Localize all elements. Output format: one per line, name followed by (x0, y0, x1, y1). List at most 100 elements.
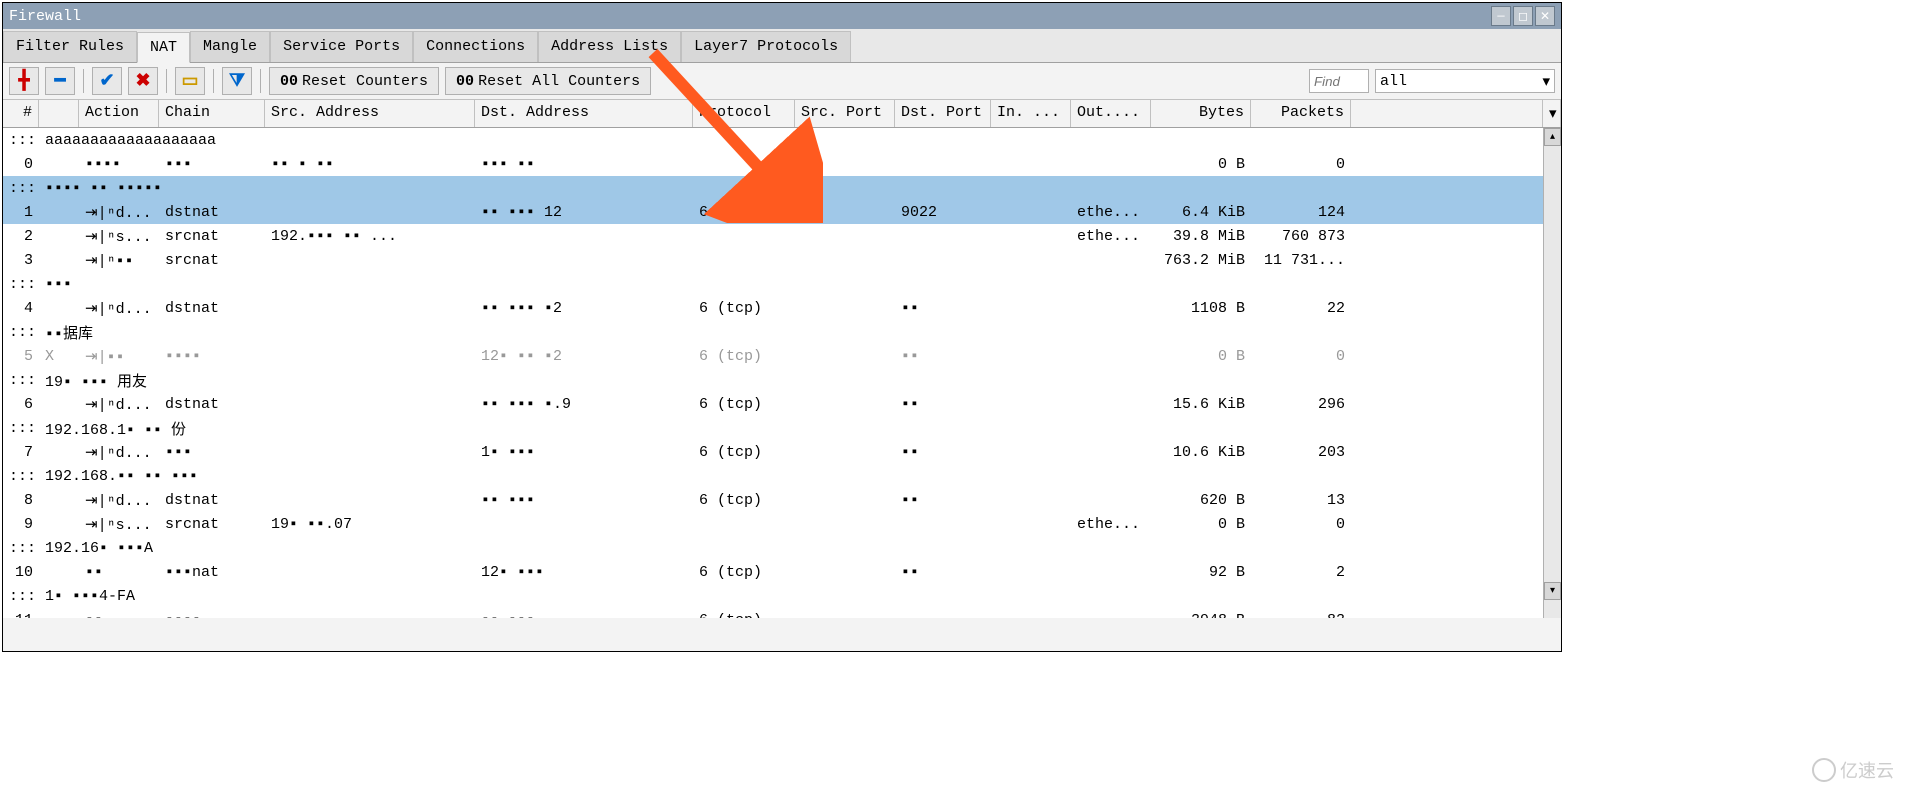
cell-dst: ▪▪ ▪▪▪ (475, 492, 693, 509)
remove-button[interactable]: ━ (45, 67, 75, 95)
column-header[interactable]: Protocol (693, 100, 795, 127)
close-button[interactable]: ✕ (1535, 6, 1555, 26)
filter-select[interactable]: all▾ (1375, 69, 1555, 93)
cell-bytes: 0 B (1151, 348, 1251, 365)
column-header[interactable]: In. ... (991, 100, 1071, 127)
cell-packets: 296 (1251, 396, 1351, 413)
cell-iout: ethe... (1071, 228, 1151, 245)
column-header[interactable]: Src. Address (265, 100, 475, 127)
cell-packets: 0 (1251, 156, 1351, 173)
table-row[interactable]: :::192.168.1▪ ▪▪ 份 (3, 416, 1561, 440)
table-row[interactable]: 4⇥|ⁿd...dstnat▪▪ ▪▪▪ ▪26 (tcp)▪▪1108 B22 (3, 296, 1561, 320)
cell-bytes: 39.8 MiB (1151, 228, 1251, 245)
cell-action: ⇥|▪▪ (79, 347, 159, 366)
table-row[interactable]: 5X⇥|▪▪▪▪▪▪12▪ ▪▪ ▪26 (tcp)▪▪0 B0 (3, 344, 1561, 368)
cell-packets: 83 (1251, 612, 1351, 619)
table-row[interactable]: :::▪▪据库 (3, 320, 1561, 344)
column-header[interactable] (1351, 100, 1543, 127)
reset-counters-button[interactable]: 00 Reset Counters (269, 67, 439, 95)
cell-chain: ▪▪▪nat (159, 564, 265, 581)
cell-src: ▪▪ ▪ ▪▪ (265, 156, 475, 173)
tab-layer7-protocols[interactable]: Layer7 Protocols (681, 31, 851, 62)
minimize-button[interactable]: — (1491, 6, 1511, 26)
cell-bytes: 10.6 KiB (1151, 444, 1251, 461)
tab-service-ports[interactable]: Service Ports (270, 31, 413, 62)
cell-dport: ▪▪ (895, 564, 991, 581)
tab-filter-rules[interactable]: Filter Rules (3, 31, 137, 62)
columns-menu-button[interactable]: ▾ (1543, 100, 1561, 127)
tab-mangle[interactable]: Mangle (190, 31, 270, 62)
cell-flag: X (39, 348, 79, 365)
column-header[interactable]: Action (79, 100, 159, 127)
cell-bytes: 763.2 MiB (1151, 252, 1251, 269)
table-row[interactable]: 1⇥|ⁿd...dstnat▪▪ ▪▪▪ 126 (tcp)9022ethe..… (3, 200, 1561, 224)
filter-button[interactable]: ⧩ (222, 67, 252, 95)
column-header[interactable]: # (3, 100, 39, 127)
cell-packets: 203 (1251, 444, 1351, 461)
column-header[interactable]: Packets (1251, 100, 1351, 127)
cell-dport: ▪▪ (895, 300, 991, 317)
cell-proto: 6 (tcp) (693, 564, 795, 581)
column-header[interactable]: Dst. Port (895, 100, 991, 127)
cell-dst: 12▪ ▪▪ ▪2 (475, 348, 693, 365)
cell-action: ▪▪ (79, 612, 159, 619)
tab-bar: Filter RulesNATMangleService PortsConnec… (3, 29, 1561, 63)
table-row[interactable]: :::▪▪▪ (3, 272, 1561, 296)
scrollbar[interactable]: ▴ ▾ (1543, 128, 1561, 618)
table-row[interactable]: 0▪▪▪▪▪▪▪▪▪ ▪ ▪▪▪▪▪ ▪▪0 B0 (3, 152, 1561, 176)
table-row[interactable]: :::19▪ ▪▪▪ 用友 (3, 368, 1561, 392)
cell-action: ⇥|ⁿs... (79, 227, 159, 246)
table-row[interactable]: 7⇥|ⁿd...▪▪▪1▪ ▪▪▪ 6 (tcp)▪▪10.6 KiB203 (3, 440, 1561, 464)
add-button[interactable]: ╋ (9, 67, 39, 95)
table-row[interactable]: 11▪▪▪▪▪▪▪▪ ▪▪▪6 (tcp)3948 B83 (3, 608, 1561, 618)
table-body: :::aaaaaaaaaaaaaaaaaaa0▪▪▪▪▪▪▪▪▪ ▪ ▪▪▪▪▪… (3, 128, 1561, 618)
cell-packets: 22 (1251, 300, 1351, 317)
table-row[interactable]: 3⇥|ⁿ▪▪srcnat763.2 MiB11 731... (3, 248, 1561, 272)
cell-chain: srcnat (159, 516, 265, 533)
cell-bytes: 0 B (1151, 516, 1251, 533)
firewall-window: Firewall — ◻ ✕ Filter RulesNATMangleServ… (2, 2, 1562, 652)
cell-chain: dstnat (159, 492, 265, 509)
column-header[interactable] (39, 100, 79, 127)
watermark-icon (1812, 758, 1836, 782)
comment-button[interactable]: ▭ (175, 67, 205, 95)
table-row[interactable]: :::192.16▪ ▪▪▪A (3, 536, 1561, 560)
column-header[interactable]: Chain (159, 100, 265, 127)
find-input[interactable] (1309, 69, 1369, 93)
table-row[interactable]: :::▪▪▪▪ ▪▪ ▪▪▪▪▪ (3, 176, 1561, 200)
table-row[interactable]: :::aaaaaaaaaaaaaaaaaaa (3, 128, 1561, 152)
column-header[interactable]: Out.... (1071, 100, 1151, 127)
cell-idx: 11 (3, 612, 39, 619)
table-row[interactable]: :::1▪ ▪▪▪4-FA (3, 584, 1561, 608)
tab-connections[interactable]: Connections (413, 31, 538, 62)
cell-packets: 0 (1251, 516, 1351, 533)
disable-button[interactable]: ✖ (128, 67, 158, 95)
cell-bytes: 620 B (1151, 492, 1251, 509)
table-row[interactable]: 9⇥|ⁿs...srcnat19▪ ▪▪.07ethe...0 B0 (3, 512, 1561, 536)
column-header[interactable]: Dst. Address (475, 100, 693, 127)
cell-chain: ▪▪▪ (159, 444, 265, 461)
table-row[interactable]: 6⇥|ⁿd...dstnat▪▪ ▪▪▪ ▪.96 (tcp)▪▪15.6 Ki… (3, 392, 1561, 416)
cell-bytes: 92 B (1151, 564, 1251, 581)
tab-address-lists[interactable]: Address Lists (538, 31, 681, 62)
cell-proto: 6 (tcp) (693, 348, 795, 365)
scroll-up-button[interactable]: ▴ (1544, 128, 1561, 146)
table-row[interactable]: 2⇥|ⁿs...srcnat192.▪▪▪ ▪▪ ...ethe...39.8 … (3, 224, 1561, 248)
cell-proto: 6 (tcp) (693, 300, 795, 317)
cell-dport: 9022 (895, 204, 991, 221)
cell-action: ⇥|ⁿd... (79, 491, 159, 510)
column-header[interactable]: Bytes (1151, 100, 1251, 127)
cell-idx: 4 (3, 300, 39, 317)
cell-idx: 0 (3, 156, 39, 173)
titlebar[interactable]: Firewall — ◻ ✕ (3, 3, 1561, 29)
reset-all-counters-button[interactable]: 00 Reset All Counters (445, 67, 651, 95)
cell-dport: ▪▪ (895, 396, 991, 413)
table-row[interactable]: 8⇥|ⁿd...dstnat▪▪ ▪▪▪ 6 (tcp)▪▪620 B13 (3, 488, 1561, 512)
scroll-down-button[interactable]: ▾ (1544, 582, 1561, 600)
table-row[interactable]: 10▪▪▪▪▪nat12▪ ▪▪▪6 (tcp)▪▪92 B2 (3, 560, 1561, 584)
tab-nat[interactable]: NAT (137, 32, 190, 63)
column-header[interactable]: Src. Port (795, 100, 895, 127)
table-row[interactable]: :::192.168.▪▪ ▪▪ ▪▪▪ (3, 464, 1561, 488)
enable-button[interactable]: ✔ (92, 67, 122, 95)
maximize-button[interactable]: ◻ (1513, 6, 1533, 26)
